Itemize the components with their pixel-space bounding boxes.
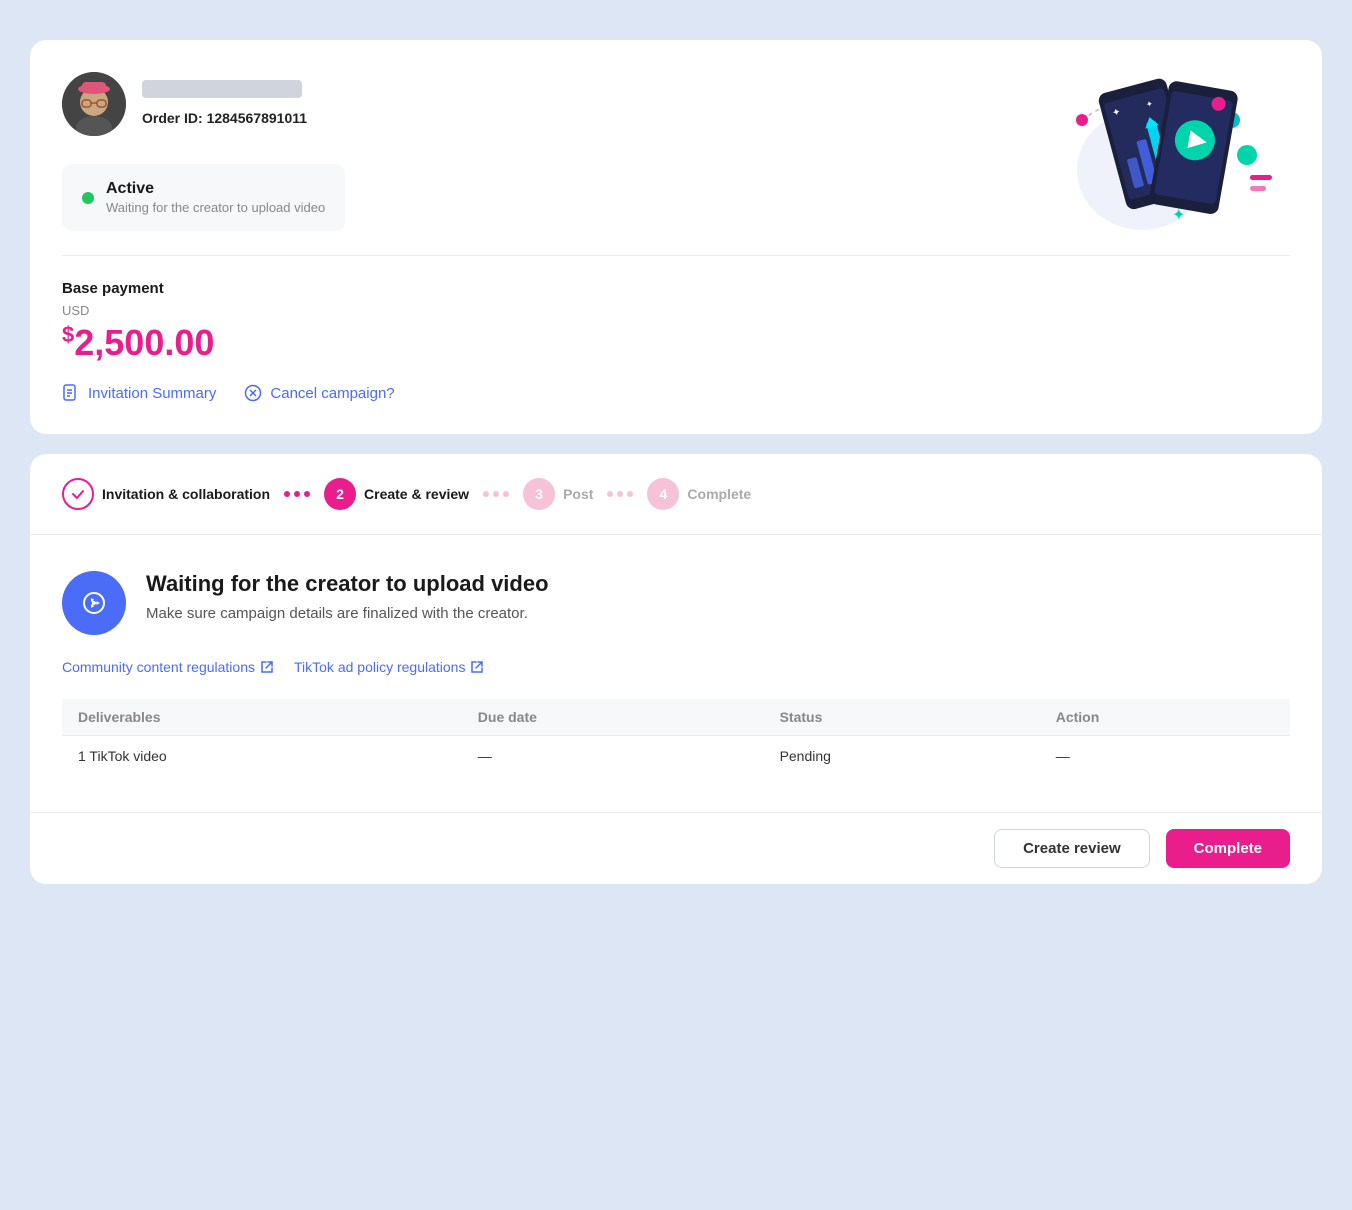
col-due-date: Due date xyxy=(462,699,764,736)
amount-value: 2,500.00 xyxy=(74,322,214,363)
complete-button[interactable]: Complete xyxy=(1166,829,1290,868)
dot xyxy=(483,491,489,497)
cell-due-date: — xyxy=(462,736,764,777)
status-content: Active Waiting for the creator to upload… xyxy=(106,180,325,215)
status-dot xyxy=(82,192,94,204)
divider-1 xyxy=(62,255,1290,256)
dot xyxy=(294,491,300,497)
content-row: Waiting for the creator to upload video … xyxy=(62,571,1290,635)
step-2-circle: 2 xyxy=(324,478,356,510)
illustration: ✦ ✦ ✦ xyxy=(1022,60,1282,240)
video-icon xyxy=(78,587,110,619)
order-id: Order ID: 1284567891011 xyxy=(142,110,307,126)
card-actions: Invitation Summary Cancel campaign? xyxy=(62,384,1290,402)
steps-card: Invitation & collaboration 2 Create & re… xyxy=(30,454,1322,884)
step-dots-1 xyxy=(284,491,310,497)
step-2-number: 2 xyxy=(336,486,344,502)
content-area: Waiting for the creator to upload video … xyxy=(30,535,1322,812)
content-text: Waiting for the creator to upload video … xyxy=(146,571,549,622)
avatar xyxy=(62,72,126,136)
cell-deliverable: 1 TikTok video xyxy=(62,736,462,777)
community-link[interactable]: Community content regulations xyxy=(62,659,274,675)
community-link-text: Community content regulations xyxy=(62,659,255,675)
step-1-circle xyxy=(62,478,94,510)
dot xyxy=(627,491,633,497)
dot xyxy=(493,491,499,497)
step-2-label: Create & review xyxy=(364,486,469,502)
name-bar xyxy=(142,80,302,98)
invitation-summary-link[interactable]: Invitation Summary xyxy=(62,384,216,402)
invitation-summary-text: Invitation Summary xyxy=(88,385,216,402)
step-3-circle: 3 xyxy=(523,478,555,510)
cancel-icon xyxy=(244,384,262,402)
step-3: 3 Post xyxy=(523,478,593,510)
dot xyxy=(284,491,290,497)
content-subtext: Make sure campaign details are finalized… xyxy=(146,605,549,622)
top-card: Order ID: 1284567891011 xyxy=(30,40,1322,434)
step-dots-3 xyxy=(607,491,633,497)
step-2: 2 Create & review xyxy=(324,478,469,510)
dot xyxy=(617,491,623,497)
col-action: Action xyxy=(1040,699,1290,736)
cancel-campaign-text: Cancel campaign? xyxy=(270,385,394,402)
regulation-links: Community content regulations TikTok ad … xyxy=(62,659,1290,675)
step-4: 4 Complete xyxy=(647,478,751,510)
action-buttons: Create review Complete xyxy=(30,812,1322,884)
order-id-value: 1284567891011 xyxy=(207,110,307,126)
col-status: Status xyxy=(764,699,1040,736)
video-icon-circle xyxy=(62,571,126,635)
status-box: Active Waiting for the creator to upload… xyxy=(62,164,345,231)
document-icon xyxy=(62,384,80,402)
step-1: Invitation & collaboration xyxy=(62,478,270,510)
step-4-circle: 4 xyxy=(647,478,679,510)
external-link-icon-2 xyxy=(470,660,484,674)
external-link-icon xyxy=(260,660,274,674)
card-header: Order ID: 1284567891011 xyxy=(62,72,1290,136)
name-area: Order ID: 1284567891011 xyxy=(142,72,307,126)
cancel-campaign-link[interactable]: Cancel campaign? xyxy=(244,384,394,402)
step-dots-2 xyxy=(483,491,509,497)
tiktok-link[interactable]: TikTok ad policy regulations xyxy=(294,659,484,675)
steps-bar: Invitation & collaboration 2 Create & re… xyxy=(30,454,1322,535)
step-3-label: Post xyxy=(563,486,593,502)
cell-action: — xyxy=(1040,736,1290,777)
currency-label: USD xyxy=(62,303,1290,318)
cell-status: Pending xyxy=(764,736,1040,777)
step-4-number: 4 xyxy=(660,486,668,502)
tiktok-link-text: TikTok ad policy regulations xyxy=(294,659,465,675)
amount-display: $2,500.00 xyxy=(62,322,1290,364)
deliverables-table: Deliverables Due date Status Action 1 Ti… xyxy=(62,699,1290,776)
dot xyxy=(607,491,613,497)
status-subtitle: Waiting for the creator to upload video xyxy=(106,200,325,215)
step-3-number: 3 xyxy=(535,486,543,502)
table-row: 1 TikTok video — Pending — xyxy=(62,736,1290,777)
status-title: Active xyxy=(106,180,325,198)
dot xyxy=(304,491,310,497)
dot xyxy=(503,491,509,497)
checkmark-icon xyxy=(70,486,86,502)
svg-text:✦: ✦ xyxy=(1172,207,1185,224)
step-1-label: Invitation & collaboration xyxy=(102,486,270,502)
base-payment-label: Base payment xyxy=(62,280,1290,297)
create-review-button[interactable]: Create review xyxy=(994,829,1150,868)
content-heading: Waiting for the creator to upload video xyxy=(146,571,549,597)
dollar-sign: $ xyxy=(62,322,74,347)
step-4-label: Complete xyxy=(687,486,751,502)
col-deliverables: Deliverables xyxy=(62,699,462,736)
